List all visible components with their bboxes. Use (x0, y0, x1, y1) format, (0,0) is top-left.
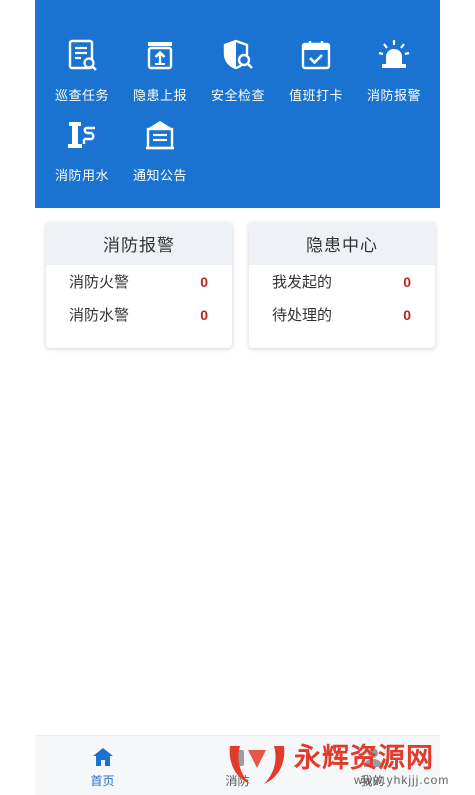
menu-item-label: 消防报警 (366, 88, 421, 103)
left-margin (0, 0, 35, 795)
stat-label: 我发起的 (272, 274, 333, 291)
menu-item-hazard-report[interactable]: 隐患上报 (121, 38, 199, 104)
menu-item-label: 隐患上报 (132, 88, 187, 103)
stat-row[interactable]: 待处理的 0 (249, 298, 435, 331)
function-menu-grid: 巡查任务 隐患上报 安全检查 值班打卡 消防报警 消防用水 通知公告 (35, 38, 440, 184)
shield-search-icon (223, 39, 253, 70)
alarm-siren-icon (378, 40, 410, 68)
menu-item-patrol-task[interactable]: 巡查任务 (43, 38, 121, 104)
upload-box-icon (147, 42, 173, 70)
stat-label: 消防水警 (69, 307, 130, 324)
stat-value: 0 (403, 273, 411, 290)
stat-row[interactable]: 消防水警 0 (46, 298, 232, 331)
menu-item-fire-alarm[interactable]: 消防报警 (355, 38, 433, 104)
app-screen: 巡查任务 隐患上报 安全检查 值班打卡 消防报警 消防用水 通知公告 消防报警 … (0, 0, 475, 795)
menu-item-duty-checkin[interactable]: 值班打卡 (277, 38, 355, 104)
watermark-logo-icon (229, 746, 285, 784)
stat-value: 0 (200, 306, 208, 323)
menu-item-label: 安全检查 (210, 88, 265, 103)
card-title: 消防报警 (46, 222, 232, 265)
stat-label: 消防火警 (69, 274, 130, 291)
right-margin (440, 0, 475, 795)
menu-item-label: 巡查任务 (54, 88, 109, 103)
watermark-url: www.yhkjjj.com (354, 773, 450, 787)
stat-row[interactable]: 消防火警 0 (46, 265, 232, 298)
calendar-check-icon (301, 41, 331, 70)
card-title: 隐患中心 (249, 222, 435, 265)
home-icon (92, 748, 113, 766)
menu-item-safety-inspection[interactable]: 安全检查 (199, 38, 277, 104)
stat-row[interactable]: 我发起的 0 (249, 265, 435, 298)
stat-value: 0 (403, 306, 411, 323)
menu-item-fire-water[interactable]: 消防用水 (43, 118, 121, 184)
watermark-title: 永辉资源网 (294, 743, 434, 773)
fire-alarm-card[interactable]: 消防报警 消防火警 0 消防水警 0 (46, 222, 232, 348)
hydrant-faucet-icon (68, 122, 95, 148)
notice-board-icon (146, 121, 174, 150)
tab-home[interactable]: 首页 (48, 736, 158, 789)
stat-value: 0 (200, 273, 208, 290)
menu-item-label: 消防用水 (54, 168, 109, 183)
hazard-center-card[interactable]: 隐患中心 我发起的 0 待处理的 0 (249, 222, 435, 348)
site-watermark: 永辉资源网 www.yhkjjj.com (226, 740, 466, 790)
menu-item-notice[interactable]: 通知公告 (121, 118, 199, 184)
stat-label: 待处理的 (272, 307, 333, 324)
checklist-search-icon (68, 39, 97, 71)
menu-item-label: 通知公告 (132, 168, 187, 183)
menu-item-label: 值班打卡 (288, 88, 343, 103)
tab-label: 首页 (90, 774, 115, 788)
